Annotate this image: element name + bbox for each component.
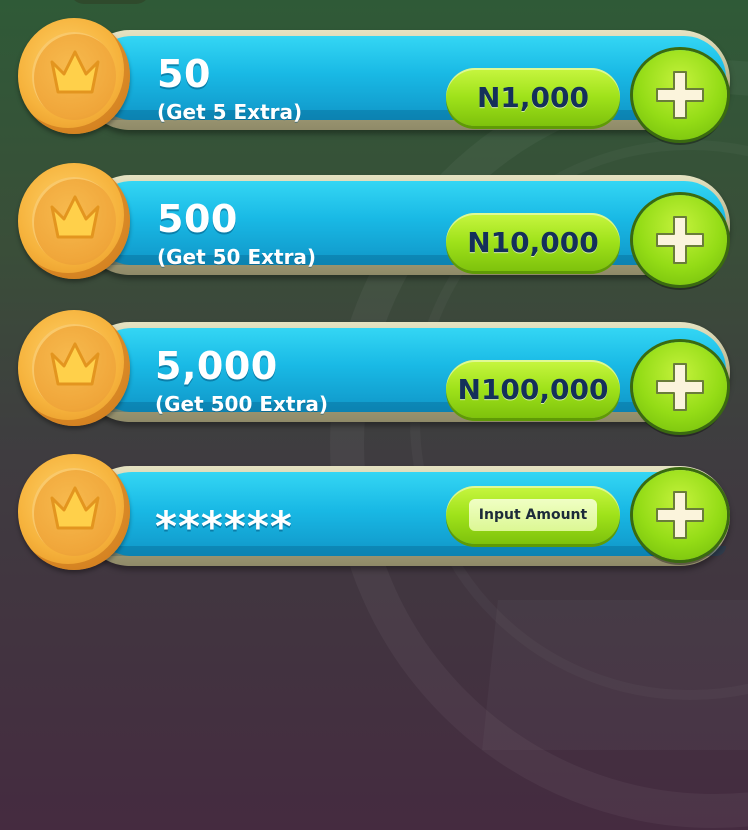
plus-icon xyxy=(656,363,704,411)
plus-icon xyxy=(656,216,704,264)
masked-amount: ****** xyxy=(155,502,293,551)
add-button[interactable] xyxy=(633,470,727,560)
bonus-label: (Get 500 Extra) xyxy=(155,392,328,416)
bonus-label: (Get 50 Extra) xyxy=(157,245,317,269)
coin-amount: 5,000 xyxy=(155,344,278,388)
crown-coin-icon xyxy=(18,310,130,426)
crown-coin-icon xyxy=(18,163,130,279)
bonus-label: (Get 5 Extra) xyxy=(157,100,303,124)
plus-icon xyxy=(656,71,704,119)
buy-price-button[interactable]: N100,000 xyxy=(446,360,620,418)
crown-coin-icon xyxy=(18,18,130,134)
coin-amount: 500 xyxy=(157,197,238,241)
buy-price-button[interactable]: N10,000 xyxy=(446,213,620,271)
package-row: 5,000 (Get 500 Extra) N100,000 xyxy=(0,308,748,438)
add-button[interactable] xyxy=(633,342,727,432)
custom-amount-input[interactable] xyxy=(469,499,597,531)
plus-icon xyxy=(656,491,704,539)
add-button[interactable] xyxy=(633,50,727,140)
crown-coin-icon xyxy=(18,454,130,570)
top-edge-shadow xyxy=(70,0,150,4)
package-row: 50 (Get 5 Extra) N1,000 xyxy=(0,16,748,146)
background-plaque xyxy=(482,600,748,750)
add-button[interactable] xyxy=(633,195,727,285)
coin-amount: 50 xyxy=(157,52,211,96)
custom-amount-button[interactable] xyxy=(446,486,620,544)
custom-amount-row: ****** xyxy=(0,452,748,582)
buy-price-button[interactable]: N1,000 xyxy=(446,68,620,126)
package-row: 500 (Get 50 Extra) N10,000 xyxy=(0,161,748,291)
